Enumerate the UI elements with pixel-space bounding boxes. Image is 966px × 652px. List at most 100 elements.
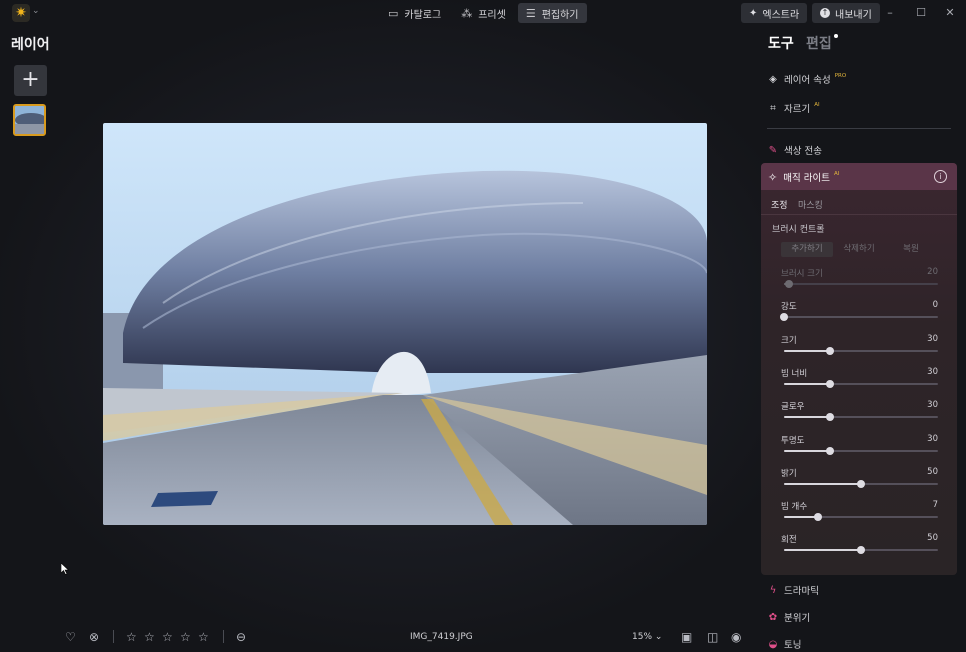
subtab-adjust[interactable]: 조정 bbox=[771, 198, 788, 211]
star-icon-3[interactable]: ☆ bbox=[162, 630, 173, 644]
magic-light-label: 매직 라이트 bbox=[783, 173, 830, 184]
slider-value: 30 bbox=[927, 367, 938, 377]
subtab-masking[interactable]: 마스킹 bbox=[798, 198, 823, 211]
layer-thumbnail-image bbox=[15, 106, 44, 134]
zoom-value: 15% bbox=[632, 632, 653, 642]
brush-tab-add[interactable]: 추가하기 bbox=[781, 242, 833, 257]
export-label: 내보내기 bbox=[835, 9, 872, 21]
slider-label: 글로우 bbox=[781, 402, 805, 412]
pro-badge: PRO bbox=[834, 73, 847, 79]
layers-icon: ◈ bbox=[769, 73, 777, 85]
star-icon-4[interactable]: ☆ bbox=[180, 630, 191, 644]
tool-color-transfer[interactable]: ✎ 색상 전송 bbox=[768, 142, 822, 158]
slider-track[interactable] bbox=[784, 280, 938, 288]
slider-fill bbox=[784, 450, 831, 452]
slider-thumb[interactable] bbox=[813, 513, 822, 521]
slider-label: 크기 bbox=[781, 336, 797, 346]
slider-fill bbox=[784, 383, 831, 385]
subtab-divider bbox=[761, 214, 957, 215]
brush-tab-restore[interactable]: 복원 bbox=[885, 242, 937, 257]
tool-crop[interactable]: ⌗ 자르기 AI bbox=[768, 100, 819, 116]
slider-thumb[interactable] bbox=[857, 546, 865, 554]
slider-track[interactable] bbox=[784, 380, 938, 388]
slider-value: 7 bbox=[932, 500, 938, 510]
tab-catalog[interactable]: ▭ 카탈로그 bbox=[380, 3, 449, 23]
extras-button[interactable]: ✦ 엑스트라 bbox=[741, 3, 808, 23]
magic-light-title[interactable]: ✧ 매직 라이트 AI bbox=[768, 170, 839, 185]
slider-value: 20 bbox=[927, 267, 938, 277]
slider-value: 50 bbox=[927, 467, 938, 477]
slider-track[interactable] bbox=[784, 513, 938, 521]
slider-value: 30 bbox=[927, 400, 938, 410]
slider-thumb[interactable] bbox=[780, 313, 788, 321]
compare-icon[interactable]: ◫ bbox=[707, 630, 718, 644]
plus-icon: + bbox=[21, 67, 40, 92]
brush-tab-erase[interactable]: 삭제하기 bbox=[833, 242, 885, 257]
tool-toning[interactable]: ◒ 토닝 bbox=[768, 636, 802, 652]
slider-value: 50 bbox=[927, 533, 938, 543]
star-icon-2[interactable]: ☆ bbox=[144, 630, 155, 644]
photo-canvas[interactable] bbox=[103, 123, 707, 525]
eye-icon[interactable]: ◉ bbox=[731, 630, 741, 644]
filename-label: IMG_7419.JPG bbox=[410, 632, 473, 642]
zoom-dropdown[interactable]: 15% ⌄ bbox=[632, 632, 662, 642]
tool-layer-properties[interactable]: ◈ 레이어 속성 PRO bbox=[768, 71, 846, 87]
chevron-down-icon: ⌄ bbox=[654, 632, 663, 642]
brush-control-label: 브러시 컨트롤 bbox=[772, 225, 825, 235]
panel-title-edit[interactable]: 편집 bbox=[806, 33, 832, 53]
slider-track[interactable] bbox=[784, 447, 938, 455]
top-bar: ✷ ⌄ ▭ 카탈로그 ⁂ 프리셋 ☰ 편집하기 ✦ 엑스트라 ↑ 내보내기 – … bbox=[0, 0, 966, 26]
slider-label: 빔 너비 bbox=[781, 369, 808, 379]
close-button[interactable]: ✕ bbox=[940, 4, 960, 22]
reject-icon[interactable]: ⊗ bbox=[89, 630, 99, 644]
chevron-down-icon[interactable]: ⌄ bbox=[32, 6, 40, 16]
slider-fill bbox=[784, 549, 861, 551]
tool-atmosphere[interactable]: ✿ 분위기 bbox=[768, 609, 810, 625]
mouse-cursor-icon bbox=[61, 563, 69, 575]
info-icon[interactable]: i bbox=[934, 170, 947, 183]
add-layer-button[interactable]: + bbox=[14, 65, 47, 96]
slider-thumb[interactable] bbox=[857, 480, 865, 488]
brush-mode-tabs: 추가하기 삭제하기 복원 bbox=[781, 242, 937, 257]
sparkle-wand-icon: ⁂ bbox=[461, 6, 473, 20]
tool-label: 드라마틱 bbox=[784, 586, 819, 597]
slider-value: 0 bbox=[932, 300, 938, 310]
slider-value: 30 bbox=[927, 434, 938, 444]
slider-track[interactable] bbox=[780, 313, 938, 321]
lightning-icon: ϟ bbox=[769, 584, 777, 596]
slider-fill bbox=[784, 483, 861, 485]
minimize-button[interactable]: – bbox=[880, 4, 900, 22]
slider-label: 밝기 bbox=[781, 469, 797, 479]
magic-sparkle-icon: ✧ bbox=[768, 170, 778, 184]
slider-value: 30 bbox=[927, 334, 938, 344]
maximize-button[interactable]: ☐ bbox=[911, 4, 931, 22]
slider-label: 빔 개수 bbox=[781, 502, 808, 512]
folder-icon: ▭ bbox=[388, 6, 399, 20]
info-panel-icon[interactable]: ▣ bbox=[681, 630, 692, 644]
heart-icon[interactable]: ♡ bbox=[65, 630, 76, 644]
tab-presets[interactable]: ⁂ 프리셋 bbox=[453, 3, 514, 23]
slider-track[interactable] bbox=[784, 480, 938, 488]
star-icon-1[interactable]: ☆ bbox=[126, 630, 137, 644]
export-arrow-icon: ↑ bbox=[820, 8, 830, 18]
slider-track[interactable] bbox=[784, 546, 938, 554]
slider-track[interactable] bbox=[784, 347, 938, 355]
color-transfer-icon: ✎ bbox=[768, 144, 778, 156]
tool-label: 레이어 속성 bbox=[784, 75, 831, 86]
app-logo-icon[interactable]: ✷ bbox=[12, 4, 30, 22]
atmosphere-icon: ✿ bbox=[768, 611, 778, 623]
mode-tabs: ▭ 카탈로그 ⁂ 프리셋 ☰ 편집하기 bbox=[380, 3, 587, 23]
export-button[interactable]: ↑ 내보내기 bbox=[812, 3, 880, 23]
slider-track[interactable] bbox=[784, 413, 938, 421]
tab-edit[interactable]: ☰ 편집하기 bbox=[517, 3, 587, 23]
tab-catalog-label: 카탈로그 bbox=[404, 9, 442, 21]
panel-title-tools[interactable]: 도구 bbox=[768, 33, 794, 53]
color-label-icon[interactable]: ⊖ bbox=[236, 630, 246, 644]
layer-thumbnail[interactable] bbox=[13, 104, 46, 136]
sparkle-icon: ✦ bbox=[749, 7, 758, 19]
slider-label: 강도 bbox=[781, 302, 797, 312]
star-icon-5[interactable]: ☆ bbox=[198, 630, 209, 644]
slider-thumb[interactable] bbox=[784, 280, 793, 288]
tool-dramatic[interactable]: ϟ 드라마틱 bbox=[768, 582, 819, 598]
tool-label: 토닝 bbox=[784, 640, 802, 651]
